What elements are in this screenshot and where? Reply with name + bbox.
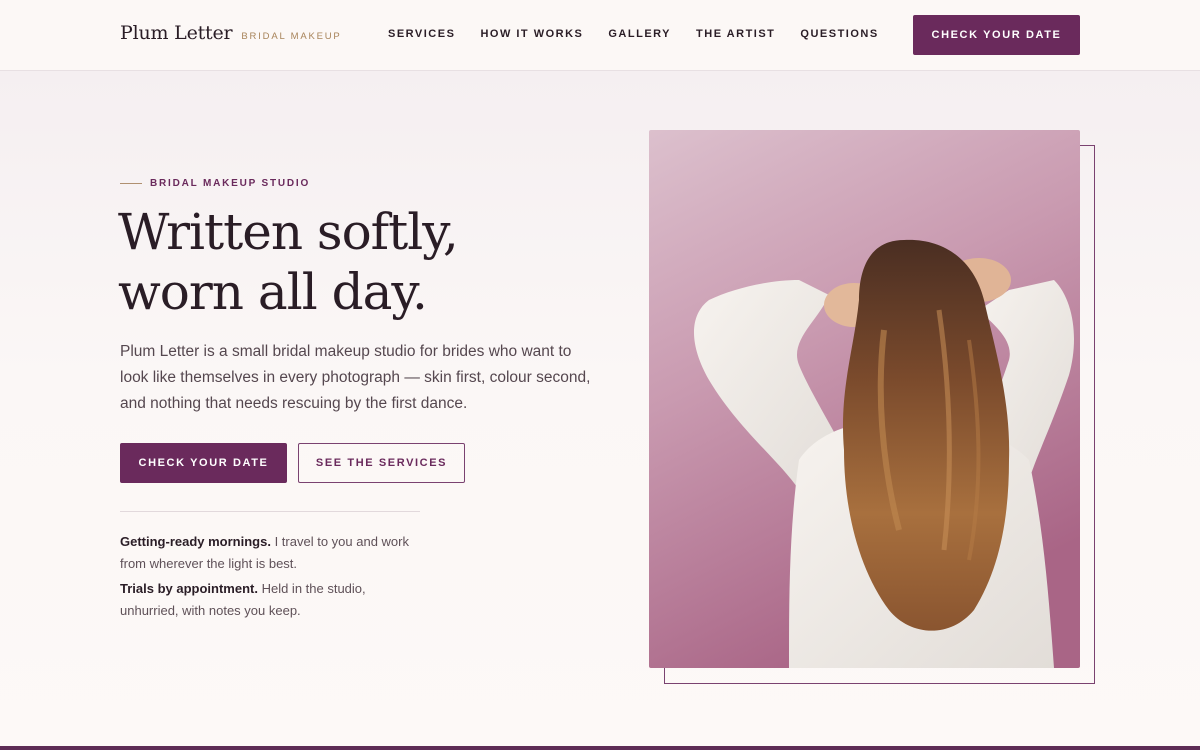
- note-title: Getting-ready mornings.: [120, 534, 271, 549]
- nav-item-questions[interactable]: QUESTIONS: [800, 28, 878, 40]
- eyebrow-rule: [120, 183, 142, 184]
- main-nav: SERVICES HOW IT WORKS GALLERY THE ARTIST…: [388, 28, 904, 40]
- note-getting-ready: Getting-ready mornings. I travel to you …: [120, 531, 420, 575]
- site-header: Plum Letter BRIDAL MAKEUP SERVICES HOW I…: [0, 0, 1200, 71]
- bride-hair-illustration: [649, 130, 1080, 668]
- note-trials: Trials by appointment. Held in the studi…: [120, 578, 420, 622]
- bottom-accent-rule: [0, 746, 1200, 750]
- hero-headline: Written softly, worn all day.: [118, 202, 598, 322]
- headline-line-2: worn all day.: [118, 263, 428, 321]
- brand-tagline: BRIDAL MAKEUP: [241, 31, 342, 42]
- hero-eyebrow: BRIDAL MAKEUP STUDIO: [120, 178, 310, 189]
- hero-photo: [649, 130, 1080, 668]
- headline-line-1: Written softly,: [118, 203, 459, 261]
- eyebrow-text: BRIDAL MAKEUP STUDIO: [150, 178, 311, 189]
- nav-item-services[interactable]: SERVICES: [388, 28, 455, 40]
- header-check-date-button[interactable]: CHECK YOUR DATE: [913, 15, 1080, 55]
- nav-item-the-artist[interactable]: THE ARTIST: [696, 28, 775, 40]
- see-services-button[interactable]: SEE THE SERVICES: [298, 443, 465, 483]
- nav-item-how-it-works[interactable]: HOW IT WORKS: [480, 28, 583, 40]
- notes-divider: [120, 511, 420, 512]
- hero-intro: Plum Letter is a small bridal makeup stu…: [120, 343, 591, 412]
- brand-name: Plum Letter: [120, 22, 233, 44]
- nav-item-gallery[interactable]: GALLERY: [608, 28, 671, 40]
- check-your-date-button[interactable]: CHECK YOUR DATE: [120, 443, 287, 483]
- note-title: Trials by appointment.: [120, 581, 258, 596]
- brand-logo[interactable]: Plum Letter BRIDAL MAKEUP: [120, 22, 342, 44]
